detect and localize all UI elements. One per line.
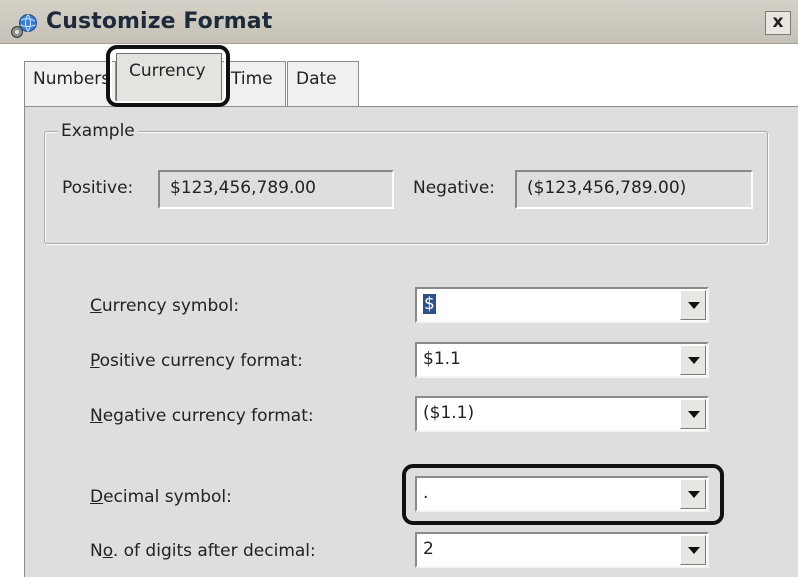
positive-example-value: $123,456,789.00	[170, 178, 317, 198]
digits-after-decimal-value: 2	[423, 539, 434, 559]
positive-format-select[interactable]: $1.1	[415, 342, 709, 378]
globe-settings-icon	[11, 14, 37, 38]
currency-symbol-label: Currency symbol:	[90, 296, 240, 316]
positive-format-value: $1.1	[423, 349, 461, 369]
chevron-down-icon	[688, 547, 700, 554]
tab-label: Date	[296, 69, 337, 89]
negative-format-select[interactable]: ($1.1)	[415, 396, 709, 432]
positive-format-dropdown-button[interactable]	[680, 345, 706, 375]
digits-after-decimal-label: No. of digits after decimal:	[90, 541, 316, 561]
close-icon: x	[772, 12, 784, 32]
title-bar: Customize Format x	[0, 0, 798, 44]
example-legend: Example	[58, 121, 138, 141]
close-button[interactable]: x	[765, 11, 791, 35]
decimal-symbol-value: .	[423, 483, 429, 503]
decimal-symbol-label: Decimal symbol:	[90, 487, 232, 507]
currency-symbol-select[interactable]: $	[415, 287, 709, 323]
negative-example-value: ($123,456,789.00)	[527, 178, 687, 198]
chevron-down-icon	[688, 411, 700, 418]
digits-after-decimal-dropdown-button[interactable]	[680, 535, 706, 565]
negative-format-value: ($1.1)	[423, 403, 475, 423]
tab-date[interactable]: Date	[287, 61, 359, 106]
digits-after-decimal-select[interactable]: 2	[415, 532, 709, 568]
decimal-symbol-select[interactable]: .	[415, 476, 709, 512]
negative-example-field: ($123,456,789.00)	[515, 170, 753, 209]
chevron-down-icon	[688, 491, 700, 498]
positive-format-label: Positive currency format:	[90, 351, 303, 371]
negative-format-dropdown-button[interactable]	[680, 399, 706, 429]
tab-time[interactable]: Time	[218, 61, 286, 106]
positive-example-field: $123,456,789.00	[158, 170, 394, 209]
negative-label: Negative:	[413, 178, 496, 198]
negative-format-label: Negative currency format:	[90, 406, 314, 426]
window-title: Customize Format	[46, 9, 273, 34]
tab-label: Time	[231, 69, 273, 89]
chevron-down-icon	[688, 302, 700, 309]
tab-numbers[interactable]: Numbers	[24, 61, 116, 106]
currency-symbol-value: $	[423, 294, 436, 314]
decimal-symbol-dropdown-button[interactable]	[680, 479, 706, 509]
positive-label: Positive:	[62, 178, 134, 198]
tab-label: Numbers	[33, 69, 111, 89]
tab-label: Currency	[129, 61, 206, 81]
tab-currency[interactable]: Currency	[116, 53, 222, 107]
chevron-down-icon	[688, 357, 700, 364]
currency-symbol-dropdown-button[interactable]	[680, 290, 706, 320]
